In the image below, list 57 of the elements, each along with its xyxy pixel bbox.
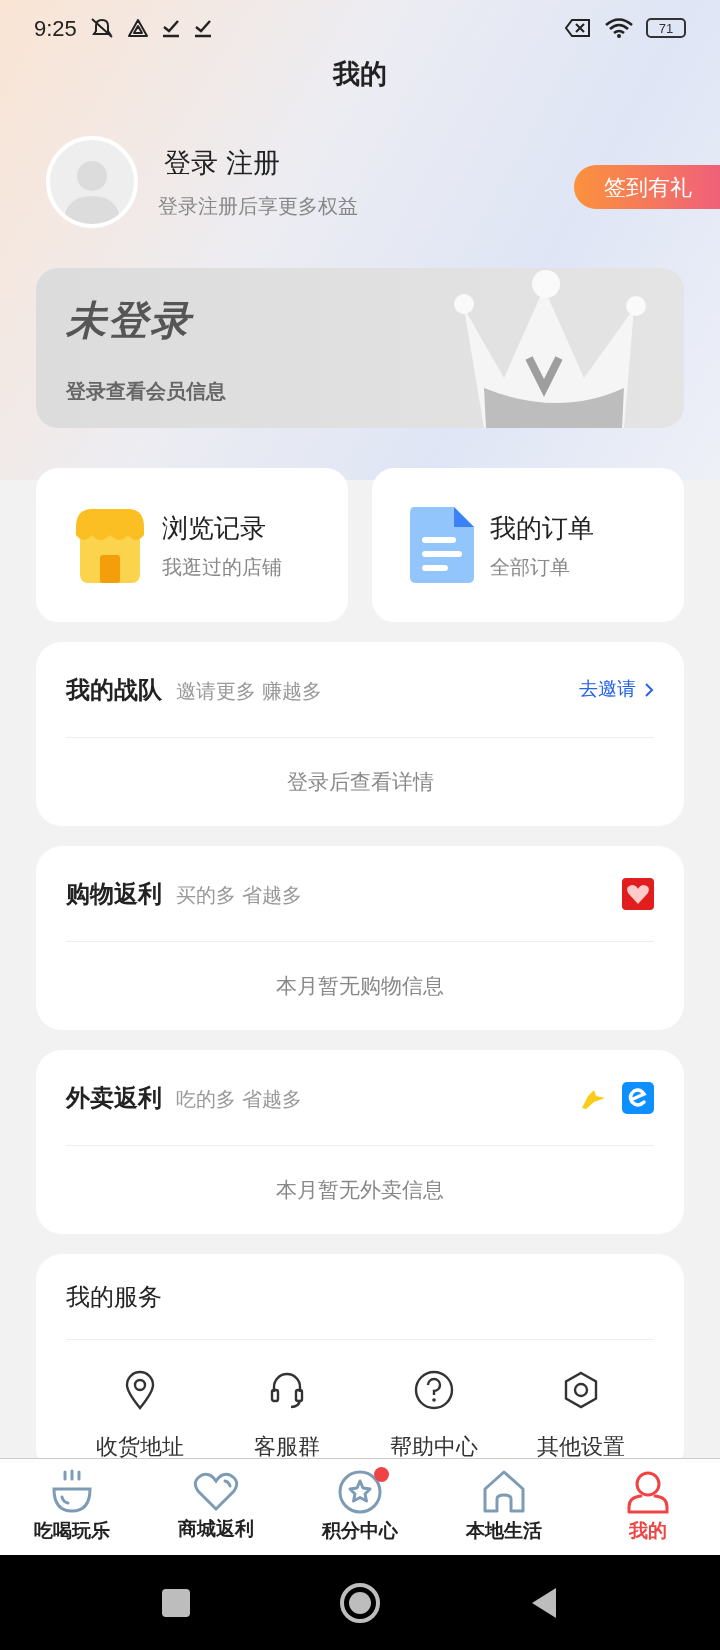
wifi-icon bbox=[604, 17, 634, 39]
service-item[interactable]: 客服群 bbox=[213, 1370, 360, 1458]
tab-item[interactable]: 吃喝玩乐 bbox=[0, 1468, 144, 1546]
heart-icon bbox=[192, 1470, 240, 1513]
help-icon bbox=[413, 1370, 454, 1410]
profile-subtitle: 登录注册后享更多权益 bbox=[158, 194, 359, 220]
bowl-icon bbox=[50, 1468, 94, 1515]
quick-card-title: 浏览记录 bbox=[162, 511, 267, 545]
member-subtitle: 登录查看会员信息 bbox=[66, 379, 226, 404]
service-item[interactable]: 收货地址 bbox=[66, 1370, 213, 1458]
service-label: 客服群 bbox=[253, 1433, 320, 1458]
quick-card-subtitle: 全部订单 bbox=[490, 554, 571, 580]
chevron-right-icon bbox=[644, 681, 654, 698]
member-card[interactable]: 未登录 登录查看会员信息 bbox=[36, 268, 684, 428]
service-label: 收货地址 bbox=[95, 1433, 184, 1458]
section-title: 购物返利 bbox=[66, 878, 162, 909]
quick-card[interactable]: 我的订单 全部订单 bbox=[372, 468, 684, 622]
invite-link[interactable]: 去邀请 bbox=[579, 675, 654, 704]
download-done-icon bbox=[192, 18, 213, 38]
service-label: 其他设置 bbox=[536, 1433, 625, 1458]
tab-item[interactable]: 积分中心 bbox=[288, 1468, 432, 1546]
service-item[interactable]: 其他设置 bbox=[507, 1370, 654, 1458]
document-icon bbox=[408, 505, 476, 585]
headset-icon bbox=[268, 1370, 305, 1410]
empty-message: 登录后查看详情 bbox=[286, 769, 434, 796]
location-pin-icon bbox=[123, 1370, 156, 1410]
triangle-icon bbox=[126, 18, 149, 38]
section-title: 外卖返利 bbox=[66, 1082, 162, 1113]
tab-item[interactable]: 商城返利 bbox=[144, 1470, 288, 1544]
home-button[interactable] bbox=[340, 1582, 380, 1623]
section-subtitle: 买的多 省越多 bbox=[176, 882, 302, 908]
recents-button[interactable] bbox=[162, 1588, 190, 1617]
e-logo-icon bbox=[622, 1081, 654, 1114]
section-subtitle: 邀请更多 赚越多 bbox=[176, 678, 322, 704]
section-title: 我的战队 bbox=[66, 674, 162, 705]
sim-x-icon bbox=[564, 18, 592, 38]
services-title: 我的服务 bbox=[66, 1281, 162, 1312]
tab-item[interactable]: 我的 bbox=[576, 1468, 720, 1546]
heart-logo-icon bbox=[622, 877, 654, 910]
quick-card-title: 我的订单 bbox=[490, 511, 594, 545]
section-subtitle: 吃的多 省越多 bbox=[176, 1086, 302, 1112]
login-register-link[interactable]: 登录 注册 bbox=[158, 142, 574, 184]
home-icon bbox=[481, 1468, 527, 1515]
empty-message: 本月暂无购物信息 bbox=[276, 973, 444, 1000]
service-label: 帮助中心 bbox=[389, 1433, 478, 1458]
back-button[interactable] bbox=[530, 1585, 558, 1620]
battery-indicator: 71 bbox=[646, 18, 686, 38]
tab-item[interactable]: 本地生活 bbox=[432, 1468, 576, 1546]
empty-message: 本月暂无外卖信息 bbox=[276, 1177, 444, 1204]
download-done-icon bbox=[160, 18, 181, 38]
settings-icon bbox=[562, 1370, 599, 1410]
member-status: 未登录 bbox=[66, 297, 195, 344]
service-item[interactable]: 帮助中心 bbox=[360, 1370, 507, 1458]
quick-card[interactable]: 浏览记录 我逛过的店铺 bbox=[36, 468, 348, 622]
status-time: 9:25 bbox=[34, 14, 77, 43]
page-title: 我的 bbox=[333, 57, 387, 91]
quick-card-subtitle: 我逛过的店铺 bbox=[162, 554, 282, 580]
